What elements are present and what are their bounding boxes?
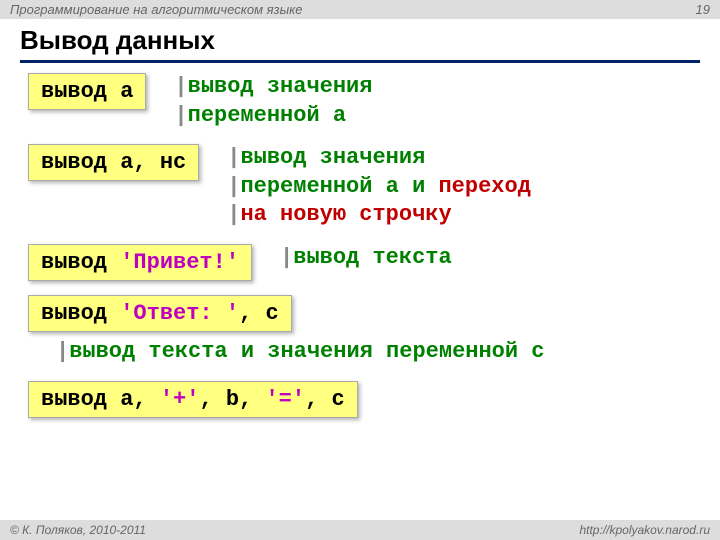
slide-title: Вывод данных bbox=[0, 19, 720, 60]
code-comment: |вывод текста bbox=[280, 244, 452, 273]
slide-content: вывод a |вывод значения |переменной a вы… bbox=[0, 73, 720, 418]
code-comment: |вывод значения |переменной a и переход … bbox=[227, 144, 531, 230]
code-comment: |вывод текста и значения переменной c bbox=[56, 338, 692, 367]
copyright: © К. Поляков, 2010-2011 bbox=[10, 523, 146, 537]
example-5: вывод a, '+', b, '=', c bbox=[28, 381, 692, 418]
code-box: вывод 'Привет!' bbox=[28, 244, 252, 281]
footer-url: http://kpolyakov.narod.ru bbox=[579, 523, 710, 537]
slide-header: Программирование на алгоритмическом язык… bbox=[0, 0, 720, 19]
page-number: 19 bbox=[696, 2, 710, 17]
code-box: вывод a, нс bbox=[28, 144, 199, 181]
example-1: вывод a |вывод значения |переменной a bbox=[28, 73, 692, 130]
slide-footer: © К. Поляков, 2010-2011 http://kpolyakov… bbox=[0, 520, 720, 540]
example-3: вывод 'Привет!' |вывод текста bbox=[28, 244, 692, 281]
example-2: вывод a, нс |вывод значения |переменной … bbox=[28, 144, 692, 230]
header-subject: Программирование на алгоритмическом язык… bbox=[10, 2, 303, 17]
title-rule bbox=[20, 60, 700, 63]
code-comment: |вывод значения |переменной a bbox=[174, 73, 372, 130]
code-box: вывод a, '+', b, '=', c bbox=[28, 381, 358, 418]
code-box: вывод a bbox=[28, 73, 146, 110]
example-4: вывод 'Ответ: ', c bbox=[28, 295, 692, 332]
code-box: вывод 'Ответ: ', c bbox=[28, 295, 292, 332]
